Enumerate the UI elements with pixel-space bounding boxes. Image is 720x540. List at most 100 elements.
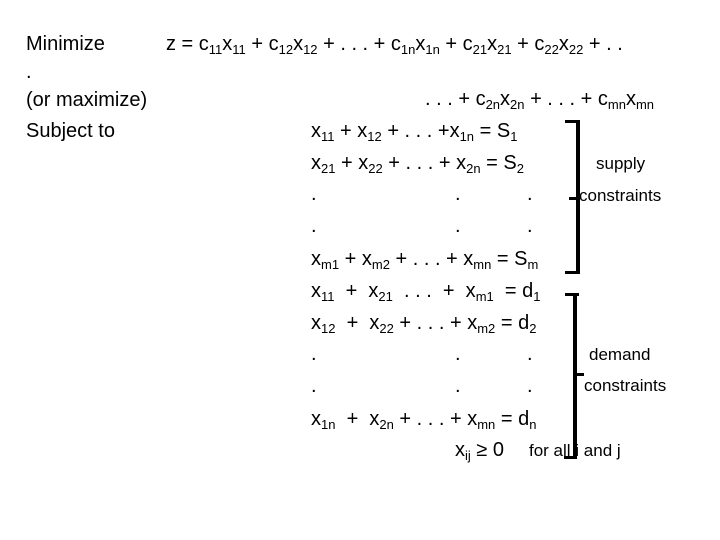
subscript: 2n: [466, 161, 481, 176]
subscript: 11: [321, 129, 335, 144]
dot: .: [527, 343, 533, 365]
equation-text: + . . . + x: [389, 248, 474, 270]
nonneg-var: x: [455, 439, 465, 461]
subscript: 1n: [400, 42, 416, 57]
subscript: 11: [208, 42, 223, 57]
subscript: 1n: [459, 129, 475, 144]
equation-text: + x: [334, 280, 379, 302]
equation-text: + c: [245, 33, 279, 55]
subscript: 21: [321, 161, 336, 176]
subscript: 21: [378, 289, 393, 304]
demand-constraints-label: constraints: [584, 376, 667, 395]
dot: .: [527, 183, 533, 205]
label-minimize: Minimize: [26, 33, 105, 55]
dot: .: [311, 215, 317, 237]
supply-constraint-1: x11 + x12 + . . . +x1n = S1: [311, 119, 517, 143]
objective-line-1: z = c11x11 + c12x12 + . . . + c1nx1n + c…: [166, 32, 623, 56]
subscript: mn: [473, 257, 492, 272]
subscript: 2n: [485, 97, 501, 112]
equation-text: + . . . + x: [393, 312, 478, 334]
subscript: 1: [533, 289, 541, 304]
subscript: 2: [516, 161, 524, 176]
equation-text: x: [311, 280, 321, 302]
equation-text: . . . + c: [425, 88, 486, 110]
subscript: 22: [379, 321, 394, 336]
equation-text: + x: [335, 408, 380, 430]
subscript: mn: [607, 97, 626, 112]
subscript: mn: [635, 97, 655, 112]
objective-line-2: . . . + c2nx2n + . . . + cmnxmn: [425, 87, 654, 111]
supply-constraints-label: constraints: [579, 186, 662, 205]
equation-text: x: [558, 33, 569, 55]
label-or-maximize: (or maximize): [26, 89, 148, 111]
nonneg-rel: ≥ 0: [470, 439, 504, 461]
equation-text: = S: [474, 120, 511, 142]
dot: .: [455, 183, 461, 205]
equation-text: + . . . + x: [382, 152, 467, 174]
supply-constraint-m: xm1 + xm2 + . . . + xmn = Sm: [311, 247, 538, 271]
subscript: m1: [321, 257, 340, 272]
supply-constraint-2: x21 + x22 + . . . + x2n = S2: [311, 151, 524, 175]
demand-constraint-n: x1n + x2n + . . . + xmn = dn: [311, 407, 536, 431]
equation-text: = S: [491, 248, 528, 270]
dot: .: [311, 343, 317, 365]
equation-text: = d: [493, 280, 534, 302]
equation-text: + . . . + c: [524, 88, 608, 110]
subscript: 21: [497, 42, 512, 57]
equation-text: + . . . + x: [393, 408, 478, 430]
equation-text: x: [311, 312, 321, 334]
nonnegativity-constraint: xij ≥ 0: [455, 438, 504, 462]
equation-text: x: [222, 33, 233, 55]
equation-text: x: [311, 120, 321, 142]
subscript: m1: [475, 289, 494, 304]
equation-text: + c: [511, 33, 545, 55]
subscript: 11: [232, 42, 246, 57]
equation-text: z = c: [166, 33, 209, 55]
equation-text: x: [415, 33, 426, 55]
dot: .: [311, 183, 317, 205]
demand-constraint-1: x11 + x21 . . . + xm1 = d1: [311, 279, 540, 303]
equation-text: + x: [339, 248, 372, 270]
equation-text: = S: [480, 152, 517, 174]
subscript: mn: [477, 417, 496, 432]
dot: .: [527, 215, 533, 237]
equation-text: + x: [335, 152, 369, 174]
equation-text: + c: [439, 33, 473, 55]
subscript: 1n: [425, 42, 440, 57]
subscript: 22: [568, 42, 584, 57]
equation-text: x: [625, 88, 636, 110]
dot: .: [455, 215, 461, 237]
equation-text: . . . + x: [392, 280, 476, 302]
equation-text: + x: [335, 312, 380, 334]
equation-text: x: [311, 152, 321, 174]
equation-text: x: [311, 408, 321, 430]
equation-text: x: [500, 88, 511, 110]
equation-text: x: [487, 33, 498, 55]
equation-text: + . . . + c: [317, 33, 401, 55]
equation-text: = d: [495, 312, 530, 334]
subscript: 2: [529, 321, 537, 336]
subscript: n: [529, 417, 537, 432]
supply-label: supply: [596, 154, 646, 173]
demand-constraint-2: x12 + x22 + . . . + xm2 = d2: [311, 311, 536, 335]
subscript: 22: [368, 161, 383, 176]
equation-text: = d: [495, 408, 530, 430]
subscript: 1: [510, 129, 518, 144]
subscript: m2: [477, 321, 496, 336]
subscript: 12: [321, 321, 336, 336]
subscript: 12: [303, 42, 318, 57]
subscript: 22: [544, 42, 559, 57]
subscript: 2n: [510, 97, 525, 112]
subscript: 1n: [321, 417, 336, 432]
subscript: m2: [371, 257, 390, 272]
dot: .: [455, 343, 461, 365]
subscript: 12: [367, 129, 382, 144]
dot: .: [455, 375, 461, 397]
equation-text: + x: [334, 120, 368, 142]
subscript: 21: [472, 42, 488, 57]
demand-label: demand: [589, 345, 651, 364]
dot: .: [311, 375, 317, 397]
equation-text: x: [311, 248, 321, 270]
dot: .: [527, 375, 533, 397]
equation-text: x: [293, 33, 304, 55]
